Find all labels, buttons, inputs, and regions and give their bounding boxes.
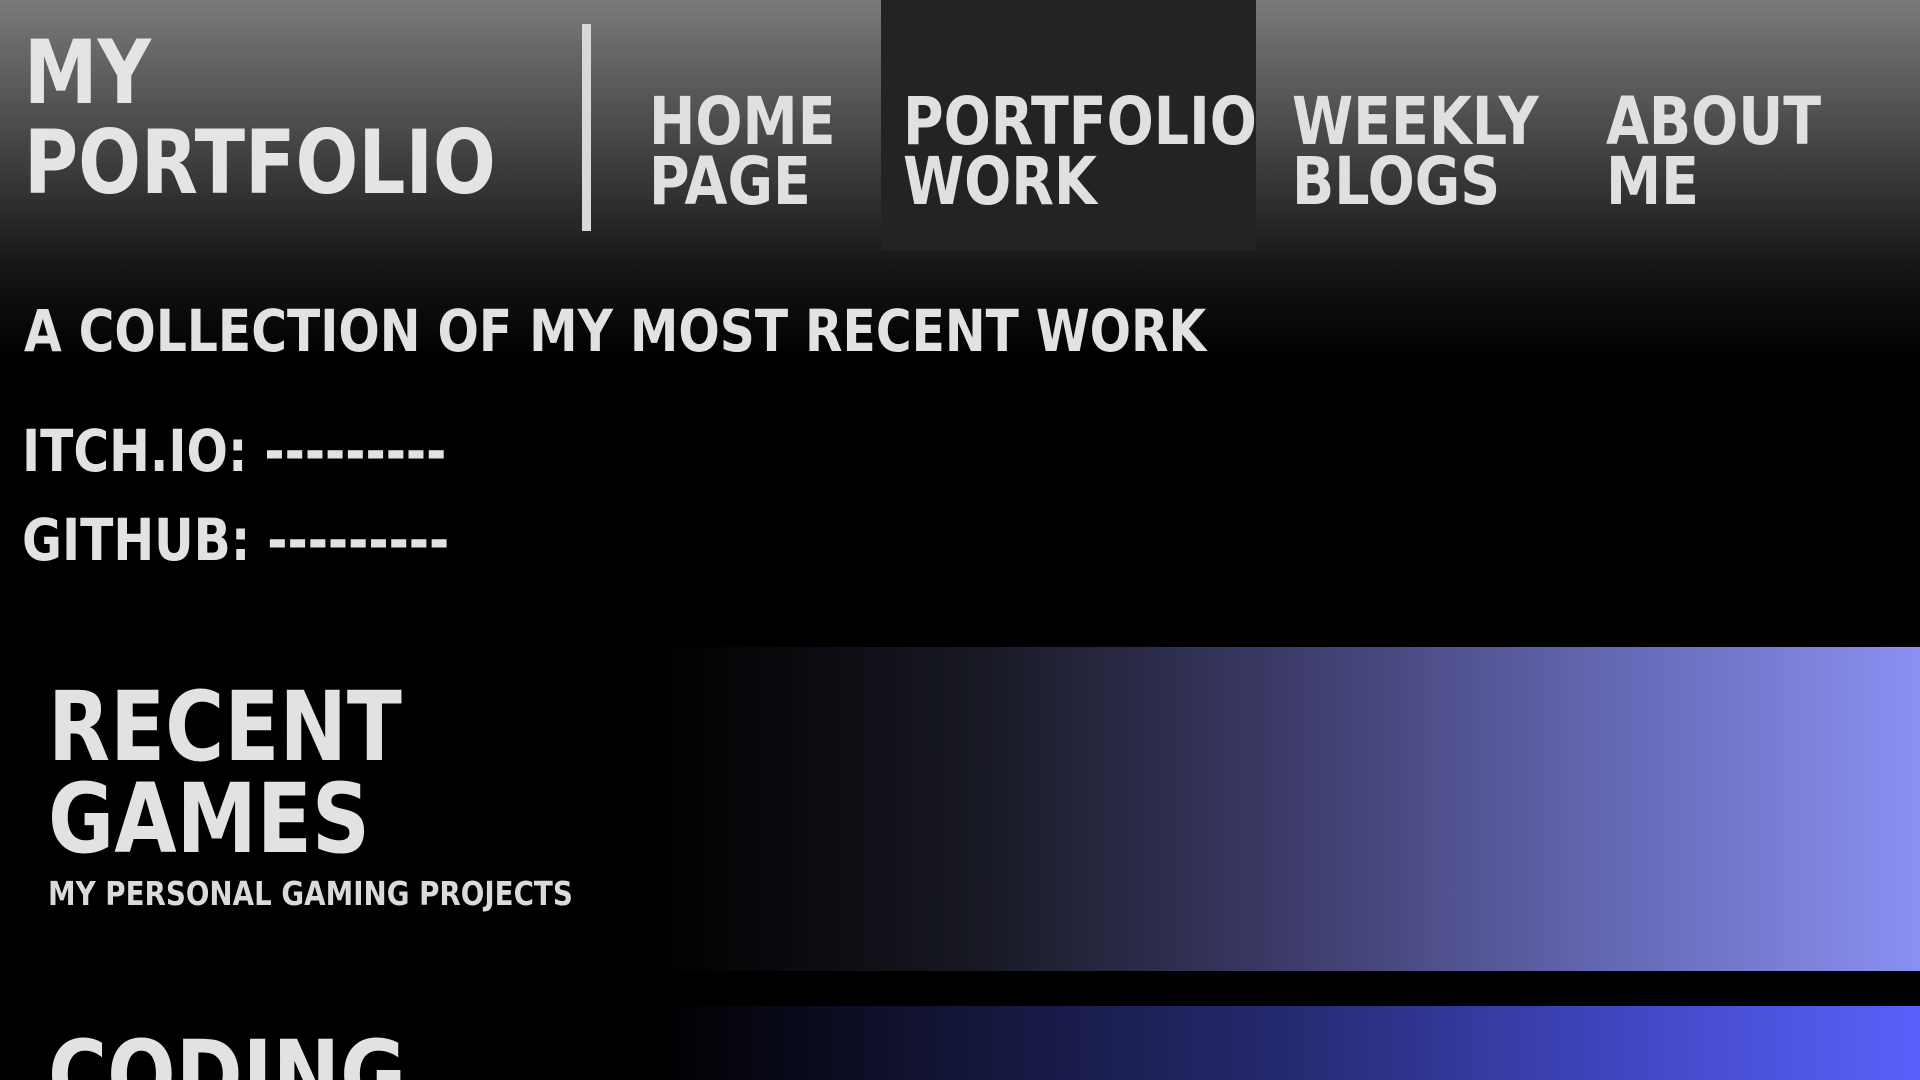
section-subtitle-recent-games: MY PERSONAL GAMING PROJECTS — [48, 874, 573, 913]
github-link[interactable]: GITHUB: --------- — [22, 507, 449, 573]
brand-line-1: MY — [24, 21, 152, 124]
recent-games-line-1: RECENT — [48, 671, 402, 783]
brand-line-2: PORTFOLIO — [24, 111, 496, 214]
nav-item-home-line-2: PAGE — [649, 143, 811, 220]
nav-item-blogs-line-2: BLOGS — [1292, 143, 1501, 220]
section-title-coding: CODING — [48, 1020, 407, 1080]
recent-games-line-2: GAMES — [48, 763, 371, 875]
nav-item-about-line-2: ME — [1606, 143, 1700, 220]
coding-line-1: CODING — [48, 1020, 407, 1080]
nav-item-weekly-blogs[interactable]: WEEKLY BLOGS — [1292, 89, 1539, 220]
recent-games-banner[interactable] — [656, 647, 1920, 971]
nav-item-portfolio-work[interactable]: PORTFOLIO WORK — [903, 89, 1257, 220]
nav-item-home-page[interactable]: HOME PAGE — [649, 89, 836, 220]
nav-divider — [582, 24, 591, 231]
nav-item-portfolio-line-2: WORK — [903, 143, 1097, 220]
coding-banner[interactable] — [656, 1006, 1920, 1080]
section-title-recent-games: RECENT GAMES — [48, 671, 402, 875]
portfolio-page: MY PORTFOLIO HOME PAGE PORTFOLIO WORK WE… — [0, 0, 1920, 1080]
page-tagline: A COLLECTION OF MY MOST RECENT WORK — [24, 297, 1207, 365]
site-brand[interactable]: MY PORTFOLIO — [24, 28, 496, 208]
itch-link[interactable]: ITCH.IO: --------- — [22, 418, 446, 484]
nav-item-about-me[interactable]: ABOUT ME — [1606, 89, 1821, 220]
